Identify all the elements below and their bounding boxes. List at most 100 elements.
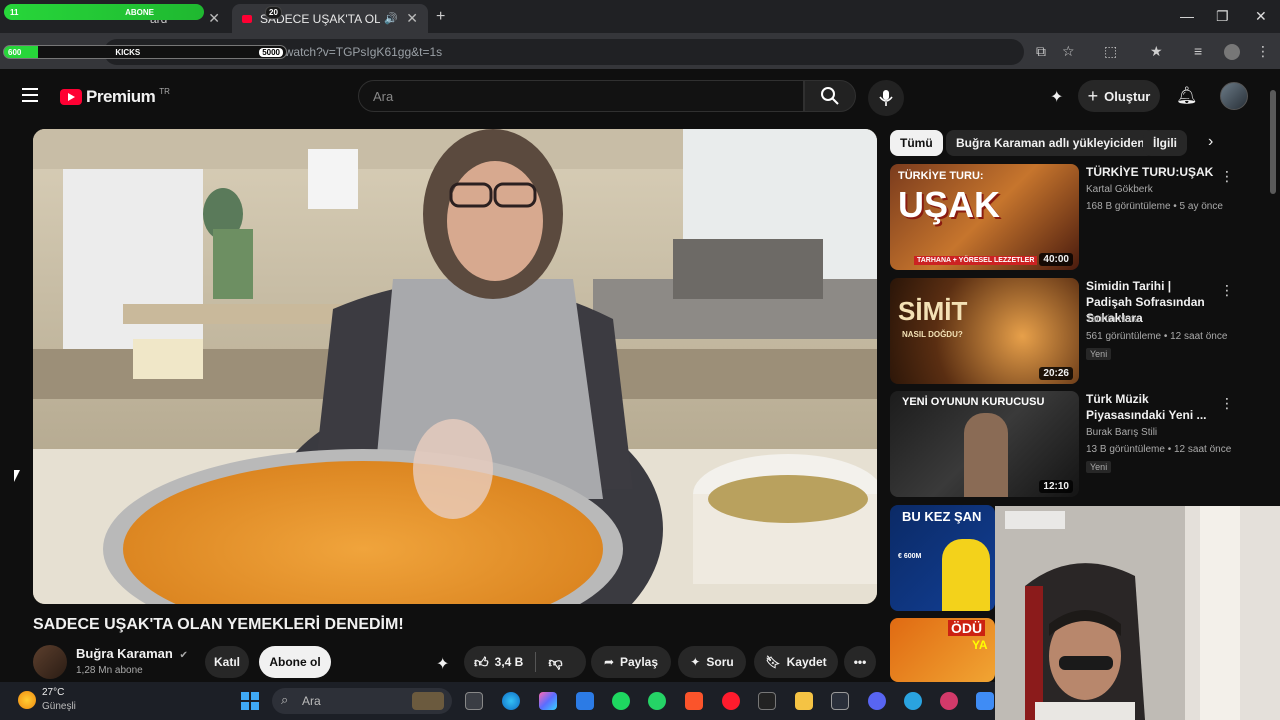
video-thumbnail[interactable]: TÜRKİYE TURU: UŞAK TARHANA + YÖRESEL LEZ… [890,164,1079,270]
chip-related[interactable]: İlgili [1143,130,1187,156]
thumbs-down-icon: 👎︎ [548,653,563,670]
chip-all[interactable]: Tümü [890,130,943,156]
kebab-menu-icon[interactable]: ⋮ [1220,395,1234,412]
kebab-menu-icon[interactable]: ⋮ [1220,282,1234,299]
profile-icon[interactable] [1224,44,1240,60]
close-icon[interactable]: ✕ [406,10,418,27]
telegram-icon[interactable] [904,692,922,710]
video-thumbnail[interactable]: ÖDÜ YA [890,618,995,682]
sparkle-icon[interactable]: ✦ [1050,87,1063,107]
browser-tab-bar: ard ✕ SADECE UŞAK'TA OLAN YE 🔊 ✕ + 11 AB… [0,0,1280,33]
install-app-icon[interactable]: ⧉ [1036,43,1046,60]
like-button[interactable]: 👍︎ 3,4 B [474,654,523,671]
weather-sun-icon[interactable] [18,691,36,709]
channel-avatar[interactable] [33,645,67,679]
stream-overlay-bar: 11 ABONE [4,4,204,20]
discord-icon[interactable] [868,692,886,710]
thumbnail-text: TARHANA + YÖRESEL LEZZETLER [914,256,1038,265]
dislike-button[interactable]: 👎︎ [548,654,562,671]
join-button[interactable]: Katıl [205,646,249,678]
search-input[interactable]: Ara [358,80,804,112]
share-button[interactable]: ➦ Paylaş [591,646,671,678]
file-explorer-icon[interactable] [795,692,813,710]
recommendation-item[interactable]: SİMİT NASIL DOĞDU? 20:26 Simidin Tarihi … [890,278,1270,386]
channel-name[interactable]: Buğra Karaman ✔ [76,646,188,661]
minimize-icon[interactable]: — [1180,8,1194,24]
thumbnail-text: BU KEZ ŞAN [902,509,982,524]
app-icon[interactable] [576,692,594,710]
rec-title[interactable]: TÜRKİYE TURU:UŞAK [1086,164,1216,180]
thumbnail-text: YA [972,638,988,652]
search-icon [821,87,839,105]
more-actions-button[interactable]: ••• [844,646,876,678]
close-icon[interactable]: ✕ [208,10,220,27]
recommendation-item[interactable]: ÖDÜ YA [890,618,995,682]
brave-icon[interactable] [685,692,703,710]
video-duration: 20:26 [1039,367,1073,380]
opera-gx-icon[interactable] [940,692,958,710]
rec-channel[interactable]: Burak Barış Stili [1086,427,1157,438]
speaker-icon[interactable]: 🔊 [384,12,398,25]
rec-channel[interactable]: Tarihin Notu [1086,314,1139,325]
maximize-icon[interactable]: ❐ [1216,8,1229,25]
favorites-icon[interactable]: ★ [1150,43,1163,60]
video-player[interactable] [33,129,877,604]
media-player-icon[interactable] [831,692,849,710]
account-avatar[interactable] [1220,82,1248,110]
thumbnail-text: YENİ OYUNUN KURUCUSU [902,396,1045,408]
windows-start-icon[interactable] [241,692,259,710]
recommendation-item[interactable]: BU KEZ ŞAN € 600M [890,505,995,613]
task-view-icon[interactable] [465,692,483,710]
search-button[interactable] [804,80,856,112]
reading-list-icon[interactable]: ≡ [1194,43,1202,59]
rec-channel[interactable]: Kartal Gökberk [1086,184,1153,195]
logo-text: Premium [86,87,156,106]
save-button[interactable]: 🔖︎ Kaydet [754,646,838,678]
epic-games-icon[interactable] [758,692,776,710]
notifications-bell-icon[interactable]: 🔔︎ [1176,86,1198,106]
taskbar-search[interactable]: ⌕ Ara [272,688,452,714]
window-close-icon[interactable]: ✕ [1255,8,1267,25]
overlay-label: ABONE [125,7,154,17]
new-tab-icon[interactable]: + [436,8,445,26]
video-thumbnail[interactable]: YENİ OYUNUN KURUCUSU 12:10 [890,391,1079,497]
chip-uploader[interactable]: Buğra Karaman adlı yükleyiciden [946,130,1155,156]
tab-video[interactable]: SADECE UŞAK'TA OLAN YE 🔊 ✕ [232,4,428,33]
kicks-label: KICKS [115,47,141,57]
edge-icon[interactable] [502,692,520,710]
opera-icon[interactable] [722,692,740,710]
more-menu-icon[interactable]: ⋮ [1256,43,1270,60]
whatsapp-icon[interactable] [648,692,666,710]
thumbnail-text: UŞAK [898,184,1001,225]
ask-button[interactable]: ✦ Soru [678,646,746,678]
extensions-icon[interactable]: ⬚ [1104,43,1117,60]
thumbnail-text: NASIL DOĞDU? [902,330,963,339]
copilot-icon[interactable] [539,692,557,710]
youtube-play-icon [60,89,82,105]
bookmark-star-icon[interactable]: ☆ [1062,43,1075,60]
page-scrollbar[interactable] [1270,90,1276,194]
mouse-cursor-icon [14,470,20,482]
youtube-favicon-icon [242,14,252,23]
voice-search-button[interactable] [868,80,904,116]
region-code: TR [159,86,170,96]
sparkle-icon[interactable]: ✦ [436,654,449,674]
hamburger-menu-icon[interactable] [22,88,38,102]
video-thumbnail[interactable]: SİMİT NASIL DOĞDU? 20:26 [890,278,1079,384]
spotify-icon[interactable] [612,692,630,710]
recommendation-item[interactable]: TÜRKİYE TURU: UŞAK TARHANA + YÖRESEL LEZ… [890,164,1270,272]
search-highlight-image [412,692,444,710]
create-button[interactable]: + Oluştur [1078,80,1160,112]
chevron-right-icon[interactable]: › [1208,133,1213,151]
create-label: Oluştur [1104,88,1151,104]
kebab-menu-icon[interactable]: ⋮ [1220,168,1234,185]
youtube-logo[interactable]: Premium TR [60,87,170,107]
video-thumbnail[interactable]: BU KEZ ŞAN € 600M [890,505,995,611]
rec-meta: 561 görüntüleme • 12 saat önce [1086,331,1228,342]
kicks-left-value: 600 [8,47,22,57]
recommendation-item[interactable]: YENİ OYUNUN KURUCUSU 12:10 Türk Müzik Pi… [890,391,1270,499]
subscribe-button[interactable]: Abone ol [259,646,331,678]
rec-title[interactable]: Türk Müzik Piyasasındaki Yeni ... [1086,391,1216,423]
outlook-icon[interactable] [976,692,994,710]
rec-meta: 168 B görüntüleme • 5 ay önce [1086,201,1223,212]
